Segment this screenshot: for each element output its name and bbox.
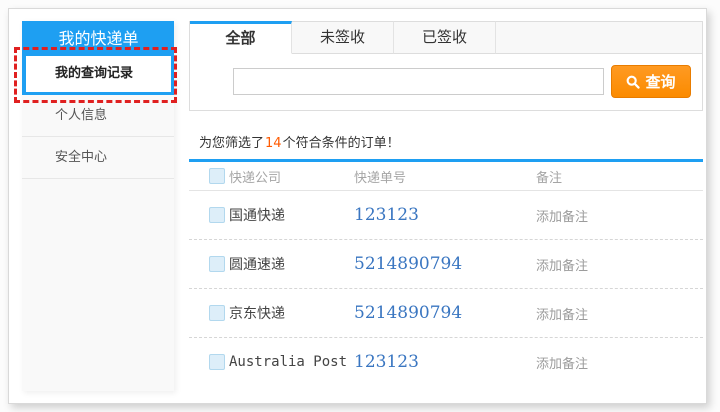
- row-checkbox[interactable]: [209, 207, 225, 223]
- orders-table: 快递公司 快递单号 备注 国通快递 123123 添加备注 圆通速递 52148…: [189, 162, 703, 386]
- add-note-link[interactable]: 添加备注: [536, 353, 703, 372]
- tracking-number-link[interactable]: 5214890794: [354, 303, 536, 323]
- company-name: 京东快递: [229, 303, 354, 323]
- tab[interactable]: 全部: [190, 21, 292, 54]
- row-checkbox[interactable]: [209, 354, 225, 370]
- sidebar-header-block: 我的快递单 我的查询记录: [22, 21, 174, 95]
- tab-bar-filler: [496, 21, 702, 54]
- panel-card: 我的快递单 我的查询记录 个人信息安全中心 全部未签收已签收 查询: [8, 8, 707, 404]
- table-header-row: 快递公司 快递单号 备注: [189, 162, 703, 191]
- header-company: 快递公司: [229, 167, 354, 186]
- main-content: 全部未签收已签收 查询 为您筛选了14个符合条件的订单！ 快递公司: [189, 21, 703, 386]
- tracking-number-link[interactable]: 5214890794: [354, 254, 536, 274]
- sidebar-item-1[interactable]: 安全中心: [22, 137, 174, 179]
- search-row: 查询: [190, 54, 702, 110]
- tracking-number-link[interactable]: 123123: [354, 205, 536, 225]
- search-icon: [626, 75, 640, 89]
- tabs: 全部未签收已签收: [190, 21, 702, 54]
- sidebar-item-0[interactable]: 个人信息: [22, 95, 174, 137]
- table-row: Australia Post 123123 添加备注: [189, 338, 703, 386]
- table-row: 圆通速递 5214890794 添加备注: [189, 240, 703, 289]
- sidebar: 我的快递单 我的查询记录 个人信息安全中心: [22, 21, 174, 391]
- filter-box: 全部未签收已签收 查询: [189, 21, 703, 111]
- tab[interactable]: 未签收: [292, 21, 394, 54]
- add-note-link[interactable]: 添加备注: [536, 255, 703, 274]
- header-note: 备注: [536, 167, 703, 186]
- tab[interactable]: 已签收: [394, 21, 496, 54]
- search-button[interactable]: 查询: [611, 65, 691, 98]
- select-all-checkbox[interactable]: [209, 168, 225, 184]
- company-name: Australia Post: [229, 354, 354, 370]
- sidebar-item-my-query-records[interactable]: 我的查询记录: [26, 56, 171, 92]
- table-row: 京东快递 5214890794 添加备注: [189, 289, 703, 338]
- notice-suffix: 个符合条件的订单！: [283, 136, 400, 151]
- sidebar-items: 个人信息安全中心: [22, 95, 174, 179]
- notice-prefix: 为您筛选了: [199, 136, 264, 151]
- add-note-link[interactable]: 添加备注: [536, 206, 703, 225]
- search-button-label: 查询: [645, 71, 675, 92]
- search-input[interactable]: [233, 68, 604, 95]
- company-name: 国通快递: [229, 205, 354, 225]
- company-name: 圆通速递: [229, 254, 354, 274]
- notice-count: 14: [264, 136, 283, 151]
- add-note-link[interactable]: 添加备注: [536, 304, 703, 323]
- header-tracking-no: 快递单号: [354, 167, 536, 186]
- sidebar-title: 我的快递单: [26, 21, 171, 56]
- row-checkbox[interactable]: [209, 305, 225, 321]
- row-checkbox[interactable]: [209, 256, 225, 272]
- filter-notice: 为您筛选了14个符合条件的订单！: [189, 135, 703, 153]
- tracking-number-link[interactable]: 123123: [354, 352, 536, 372]
- table-row: 国通快递 123123 添加备注: [189, 191, 703, 240]
